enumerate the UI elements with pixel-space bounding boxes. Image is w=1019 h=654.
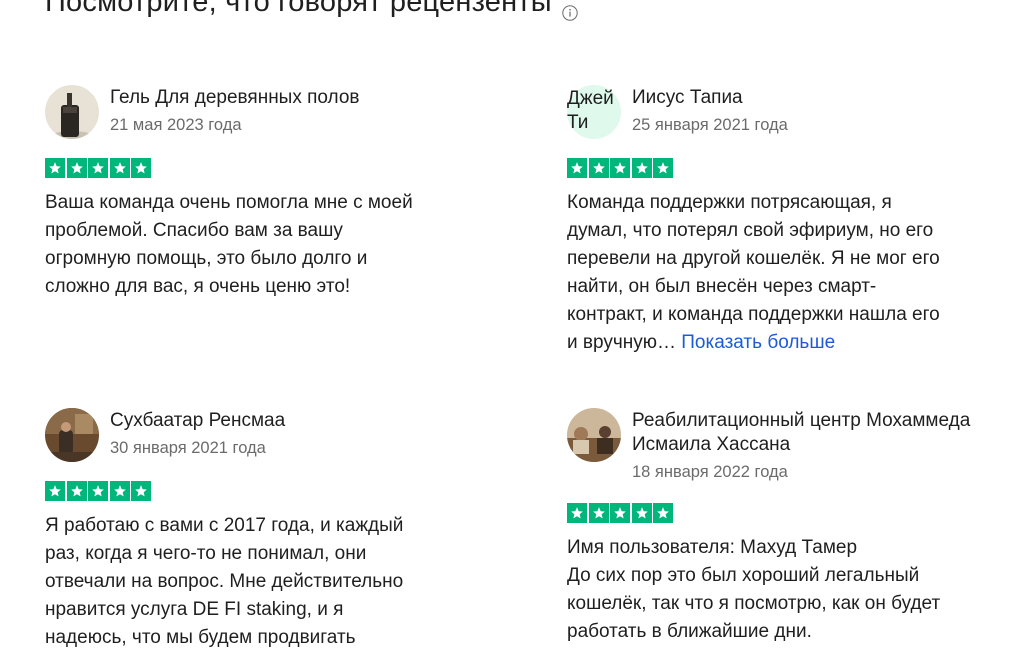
review-text-body: Команда поддержки потрясающая, я думал, …: [567, 192, 940, 353]
star-icon: [66, 481, 87, 501]
star-icon: [631, 158, 652, 178]
review-card: Сухбаатар Ренсмаа 30 января 2021 года Я …: [45, 408, 475, 652]
star-icon: [88, 481, 108, 501]
info-circle-icon[interactable]: [562, 0, 578, 21]
star-icon: [45, 158, 65, 178]
star-icon: [109, 158, 130, 178]
author-name[interactable]: Гель Для деревянных полов: [110, 86, 360, 110]
section-title: Посмотрите, что говорят рецензенты: [45, 0, 552, 18]
show-more-link[interactable]: Показать больше: [681, 332, 835, 353]
review-card: Джей Ти Иисус Тапиа 25 января 2021 года …: [567, 85, 997, 357]
avatar[interactable]: [45, 408, 99, 462]
review-author: Джей Ти Иисус Тапиа 25 января 2021 года: [567, 85, 997, 139]
review-author: Реабилитационный центр Мохаммеда Исмаила…: [567, 408, 997, 484]
review-date: 18 января 2022 года: [632, 463, 788, 481]
review-text: Имя пользователя: Махуд Тамер До сих пор…: [567, 537, 941, 642]
star-icon: [610, 503, 630, 523]
star-icon: [567, 158, 587, 178]
author-name[interactable]: Иисус Тапиа: [632, 86, 788, 110]
star-icon: [45, 481, 65, 501]
review-date: 21 мая 2023 года: [110, 116, 242, 134]
avatar-initials: Джей Ти: [567, 88, 614, 133]
star-icon: [588, 158, 609, 178]
star-icon: [66, 158, 87, 178]
star-icon: [653, 503, 673, 523]
review-date: 30 января 2021 года: [110, 439, 266, 457]
star-icon: [88, 158, 108, 178]
avatar[interactable]: [45, 85, 99, 139]
review-text: Команда поддержки потрясающая, я думал, …: [567, 189, 997, 357]
star-icon: [131, 481, 151, 501]
author-name[interactable]: Сухбаатар Ренсмаа: [110, 409, 285, 433]
review-author: Гель Для деревянных полов 21 мая 2023 го…: [45, 85, 475, 139]
star-icon: [588, 503, 609, 523]
star-icon: [610, 158, 630, 178]
star-rating: [567, 503, 997, 524]
star-icon: [131, 158, 151, 178]
review-text: Я работаю с вами с 2017 года, и каждый р…: [45, 515, 404, 648]
avatar[interactable]: Джей Ти: [567, 85, 621, 139]
review-author: Сухбаатар Ренсмаа 30 января 2021 года: [45, 408, 475, 462]
review-date: 25 января 2021 года: [632, 116, 788, 134]
star-rating: [45, 158, 475, 179]
author-name[interactable]: Реабилитационный центр Мохаммеда Исмаила…: [632, 409, 997, 457]
review-card: Реабилитационный центр Мохаммеда Исмаила…: [567, 408, 997, 646]
reviews-section: Посмотрите, что говорят рецензенты Гель …: [0, 0, 1019, 654]
star-rating: [567, 158, 997, 179]
review-text: Ваша команда очень помогла мне с моей пр…: [45, 192, 413, 297]
star-icon: [653, 158, 673, 178]
review-card: Гель Для деревянных полов 21 мая 2023 го…: [45, 85, 475, 301]
star-icon: [109, 481, 130, 501]
star-icon: [567, 503, 587, 523]
section-heading: Посмотрите, что говорят рецензенты: [45, 0, 578, 21]
star-icon: [631, 503, 652, 523]
star-rating: [45, 481, 475, 502]
avatar[interactable]: [567, 408, 621, 462]
